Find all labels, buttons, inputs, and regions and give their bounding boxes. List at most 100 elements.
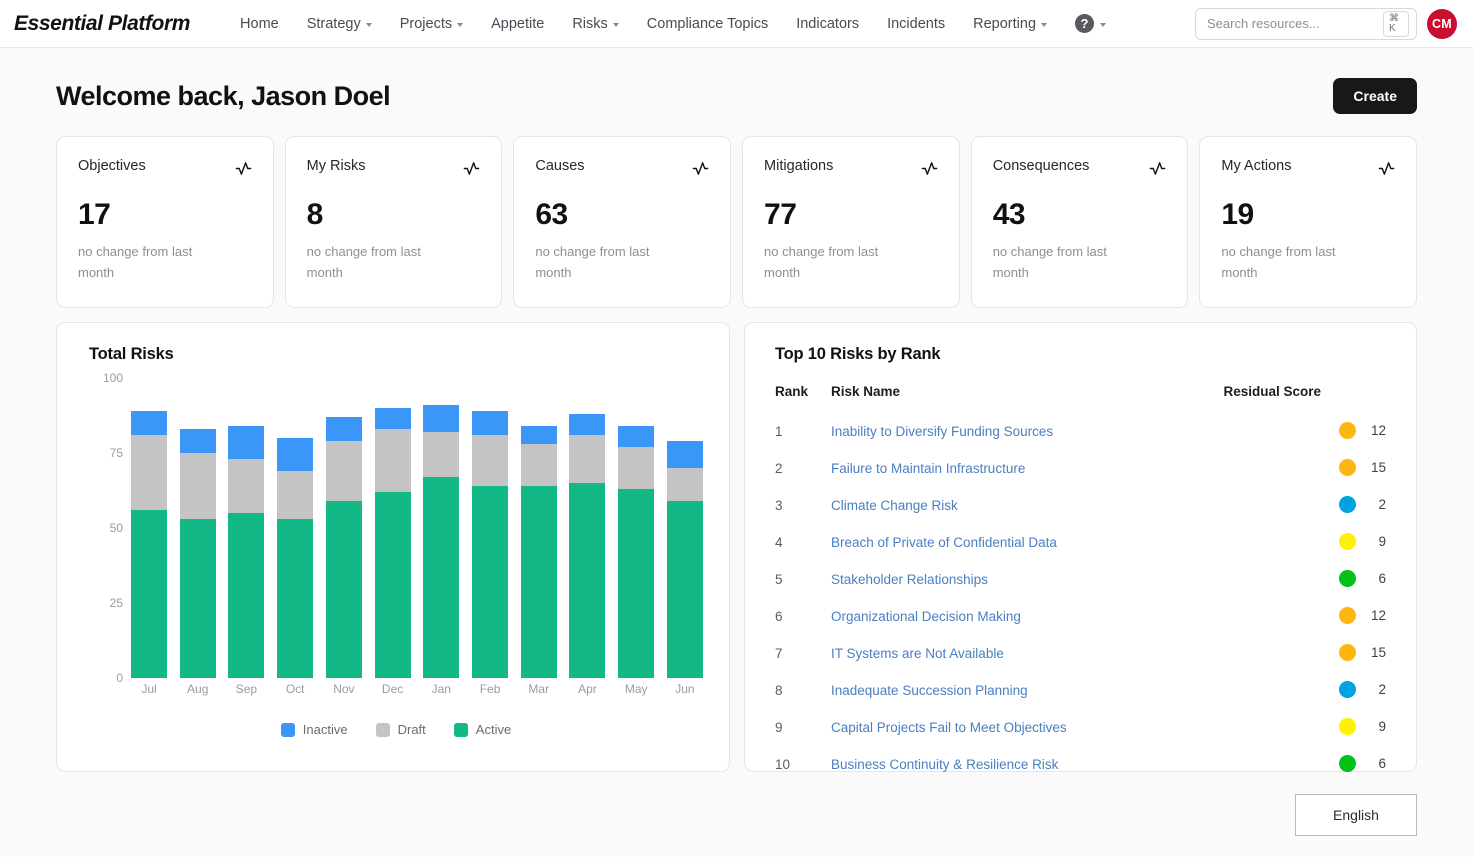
metric-card-my-actions[interactable]: My Actions 19 no change from last month bbox=[1199, 136, 1418, 308]
table-row[interactable]: 7 IT Systems are Not Available 15 bbox=[775, 635, 1386, 672]
nav-link-appetite[interactable]: Appetite bbox=[477, 10, 558, 38]
bar-segment-inactive[interactable] bbox=[423, 405, 460, 432]
table-row[interactable]: 8 Inadequate Succession Planning 2 bbox=[775, 672, 1386, 709]
table-row[interactable]: 2 Failure to Maintain Infrastructure 15 bbox=[775, 450, 1386, 487]
search-input[interactable] bbox=[1207, 16, 1383, 31]
bar-segment-active[interactable] bbox=[325, 501, 362, 678]
bar-segment-draft[interactable] bbox=[472, 435, 509, 486]
legend-item-inactive[interactable]: Inactive bbox=[280, 722, 348, 737]
bar-segment-inactive[interactable] bbox=[131, 411, 167, 435]
bar-segment-active[interactable] bbox=[666, 501, 703, 678]
risk-name-link[interactable]: Failure to Maintain Infrastructure bbox=[831, 461, 1025, 476]
legend-item-draft[interactable]: Draft bbox=[375, 722, 426, 737]
top-navbar: Essential Platform Home Strategy Projects A… bbox=[0, 0, 1473, 48]
bar-column[interactable] bbox=[374, 378, 411, 678]
bar-segment-inactive[interactable] bbox=[277, 438, 314, 471]
bar-column[interactable] bbox=[666, 378, 703, 678]
bar-column[interactable] bbox=[618, 378, 655, 678]
bar-column[interactable] bbox=[325, 378, 362, 678]
bar-segment-active[interactable] bbox=[618, 489, 655, 678]
table-row[interactable]: 6 Organizational Decision Making 12 bbox=[775, 598, 1386, 635]
bar-segment-active[interactable] bbox=[472, 486, 509, 678]
bar-segment-inactive[interactable] bbox=[325, 417, 362, 441]
bar-segment-active[interactable] bbox=[374, 492, 411, 678]
risk-name-cell: Inadequate Succession Planning bbox=[831, 672, 1223, 709]
table-row[interactable]: 10 Business Continuity & Resilience Risk 6 bbox=[775, 746, 1386, 783]
bar-segment-draft[interactable] bbox=[277, 471, 314, 519]
bar-column[interactable] bbox=[520, 378, 557, 678]
chevron-down-icon bbox=[457, 22, 464, 27]
risk-name-link[interactable]: Business Continuity & Resilience Risk bbox=[831, 757, 1058, 772]
bar-segment-draft[interactable] bbox=[569, 435, 606, 483]
bar-column[interactable] bbox=[277, 378, 314, 678]
bar-segment-inactive[interactable] bbox=[618, 426, 655, 447]
bar-segment-draft[interactable] bbox=[666, 468, 703, 501]
bar-segment-draft[interactable] bbox=[325, 441, 362, 501]
risk-name-link[interactable]: Capital Projects Fail to Meet Objectives bbox=[831, 720, 1067, 735]
table-row[interactable]: 3 Climate Change Risk 2 bbox=[775, 487, 1386, 524]
metric-card-consequences[interactable]: Consequences 43 no change from last month bbox=[970, 136, 1189, 308]
table-row[interactable]: 1 Inability to Diversify Funding Sources 1… bbox=[775, 413, 1386, 450]
bar-segment-active[interactable] bbox=[179, 519, 216, 678]
bar-segment-draft[interactable] bbox=[423, 432, 460, 477]
nav-link-compliance-topics[interactable]: Compliance Topics bbox=[633, 10, 782, 38]
bar-segment-inactive[interactable] bbox=[569, 414, 606, 435]
bar-segment-draft[interactable] bbox=[374, 429, 411, 492]
nav-link-strategy[interactable]: Strategy bbox=[293, 10, 386, 38]
table-row[interactable]: 9 Capital Projects Fail to Meet Objective… bbox=[775, 709, 1386, 746]
bar-segment-draft[interactable] bbox=[179, 453, 216, 519]
bar-segment-active[interactable] bbox=[131, 510, 167, 678]
legend-item-active[interactable]: Active bbox=[453, 722, 511, 737]
risk-rank: 8 bbox=[775, 683, 783, 698]
metric-card-mitigations[interactable]: Mitigations 77 no change from last month bbox=[742, 136, 960, 308]
language-selector[interactable]: English bbox=[1295, 794, 1417, 836]
nav-link-incidents[interactable]: Incidents bbox=[873, 10, 959, 38]
bar-segment-inactive[interactable] bbox=[179, 429, 216, 453]
bar-segment-draft[interactable] bbox=[228, 459, 265, 513]
risk-rank: 5 bbox=[775, 572, 783, 587]
nav-link-risks[interactable]: Risks bbox=[558, 10, 632, 38]
risk-name-link[interactable]: Stakeholder Relationships bbox=[831, 572, 988, 587]
avatar[interactable]: CM bbox=[1427, 8, 1457, 39]
risk-name-link[interactable]: Climate Change Risk bbox=[831, 498, 958, 513]
score-wrap: 6 bbox=[1339, 754, 1386, 772]
bar-segment-active[interactable] bbox=[569, 483, 606, 678]
navbar-right: ⌘ K CM bbox=[1195, 7, 1457, 40]
bar-segment-active[interactable] bbox=[277, 519, 314, 678]
bar-segment-draft[interactable] bbox=[520, 444, 557, 486]
risk-name-link[interactable]: Organizational Decision Making bbox=[831, 609, 1021, 624]
bar-segment-inactive[interactable] bbox=[374, 408, 411, 429]
risk-name-link[interactable]: Inability to Diversify Funding Sources bbox=[831, 424, 1053, 439]
bar-segment-inactive[interactable] bbox=[472, 411, 509, 435]
bar-column[interactable] bbox=[179, 378, 216, 678]
table-row[interactable]: 4 Breach of Private of Confidential Data 9 bbox=[775, 524, 1386, 561]
nav-link-reporting[interactable]: Reporting bbox=[959, 10, 1061, 38]
bar-segment-inactive[interactable] bbox=[228, 426, 265, 459]
nav-link-indicators[interactable]: Indicators bbox=[782, 10, 873, 38]
bar-column[interactable] bbox=[228, 378, 265, 678]
risk-name-link[interactable]: Inadequate Succession Planning bbox=[831, 683, 1028, 698]
metric-card-objectives[interactable]: Objectives 17 no change from last month bbox=[56, 136, 274, 308]
bar-column[interactable] bbox=[569, 378, 606, 678]
bar-segment-draft[interactable] bbox=[131, 435, 167, 510]
bar-column[interactable] bbox=[131, 378, 167, 678]
bar-segment-inactive[interactable] bbox=[520, 426, 557, 444]
risk-name-link[interactable]: Breach of Private of Confidential Data bbox=[831, 535, 1057, 550]
bar-segment-inactive[interactable] bbox=[666, 441, 703, 468]
bar-segment-active[interactable] bbox=[228, 513, 265, 678]
metric-card-causes[interactable]: Causes 63 no change from last month bbox=[513, 136, 732, 308]
nav-link-home[interactable]: Home bbox=[226, 10, 293, 38]
bar-segment-active[interactable] bbox=[520, 486, 557, 678]
app-brand[interactable]: Essential Platform bbox=[14, 12, 190, 36]
bar-column[interactable] bbox=[472, 378, 509, 678]
metric-card-my-risks[interactable]: My Risks 8 no change from last month bbox=[284, 136, 503, 308]
create-button[interactable]: Create bbox=[1333, 78, 1417, 114]
bar-segment-active[interactable] bbox=[423, 477, 460, 678]
search-box[interactable]: ⌘ K bbox=[1195, 7, 1417, 40]
nav-link-projects[interactable]: Projects bbox=[386, 10, 477, 38]
bar-column[interactable] bbox=[423, 378, 460, 678]
bar-segment-draft[interactable] bbox=[618, 447, 655, 489]
help-menu[interactable]: ? bbox=[1075, 14, 1107, 33]
table-row[interactable]: 5 Stakeholder Relationships 6 bbox=[775, 561, 1386, 598]
risk-name-link[interactable]: IT Systems are Not Available bbox=[831, 646, 1004, 661]
